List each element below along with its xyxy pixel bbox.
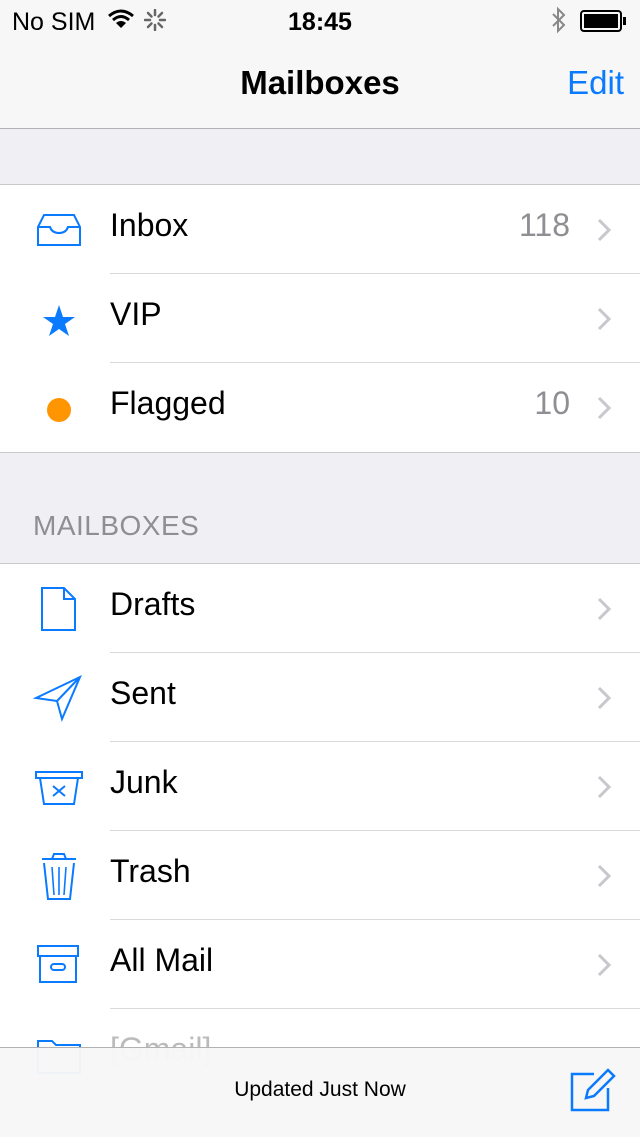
mailbox-row-sent[interactable]: Sent: [0, 653, 640, 742]
mailbox-label: Flagged: [110, 385, 226, 421]
trash-icon: [42, 853, 76, 900]
mailbox-row-junk[interactable]: Junk: [0, 742, 640, 831]
mailboxes-group: Drafts Sent Junk Trash All Mail: [0, 563, 640, 1098]
mailbox-label: Inbox: [110, 207, 189, 243]
document-icon: [41, 587, 76, 631]
mailbox-label: Junk: [110, 764, 178, 800]
mailbox-label: VIP: [110, 296, 162, 332]
page-title: Mailboxes: [240, 64, 400, 101]
star-icon: [43, 305, 75, 336]
chevron-right-icon: [597, 953, 612, 977]
bluetooth-icon: [552, 6, 566, 34]
chevron-right-icon: [597, 686, 612, 710]
chevron-right-icon: [597, 218, 612, 242]
chevron-right-icon: [597, 307, 612, 331]
status-time: 18:45: [288, 8, 352, 36]
status-bar: No SIM 18:45: [0, 0, 640, 40]
mailbox-row-vip[interactable]: VIP: [0, 274, 640, 363]
battery-icon: [580, 10, 626, 32]
paper-plane-icon: [32, 674, 82, 723]
chevron-right-icon: [597, 864, 612, 888]
unread-count: 118: [518, 207, 570, 243]
section-header-mailboxes: MAILBOXES: [33, 510, 200, 541]
mailbox-label: Drafts: [110, 586, 196, 622]
archive-box-icon: [37, 945, 79, 983]
update-status: Updated Just Now: [234, 1078, 406, 1101]
flag-dot-icon: [47, 398, 71, 422]
edit-button[interactable]: Edit: [567, 64, 624, 102]
mailbox-row-trash[interactable]: Trash: [0, 831, 640, 920]
mailbox-label: Sent: [110, 675, 176, 711]
chevron-right-icon: [597, 597, 612, 621]
smart-mailboxes-group: Inbox 118 VIP Flagged 10: [0, 184, 640, 453]
inbox-tray-icon: [37, 214, 81, 246]
mailbox-row-drafts[interactable]: Drafts: [0, 564, 640, 653]
navigation-bar: Mailboxes Edit: [0, 40, 640, 129]
mailbox-label: Trash: [110, 853, 191, 889]
compose-icon[interactable]: [568, 1068, 616, 1116]
chevron-right-icon: [597, 775, 612, 799]
mailbox-row-flagged[interactable]: Flagged 10: [0, 363, 640, 452]
junk-bin-icon: [35, 771, 83, 805]
mailbox-row-inbox[interactable]: Inbox 118: [0, 185, 640, 274]
mailbox-label: All Mail: [110, 942, 214, 978]
flagged-count: 10: [534, 385, 570, 421]
chevron-right-icon: [597, 396, 612, 420]
bottom-toolbar: Updated Just Now: [0, 1047, 640, 1137]
mailbox-row-all-mail[interactable]: All Mail: [0, 920, 640, 1009]
